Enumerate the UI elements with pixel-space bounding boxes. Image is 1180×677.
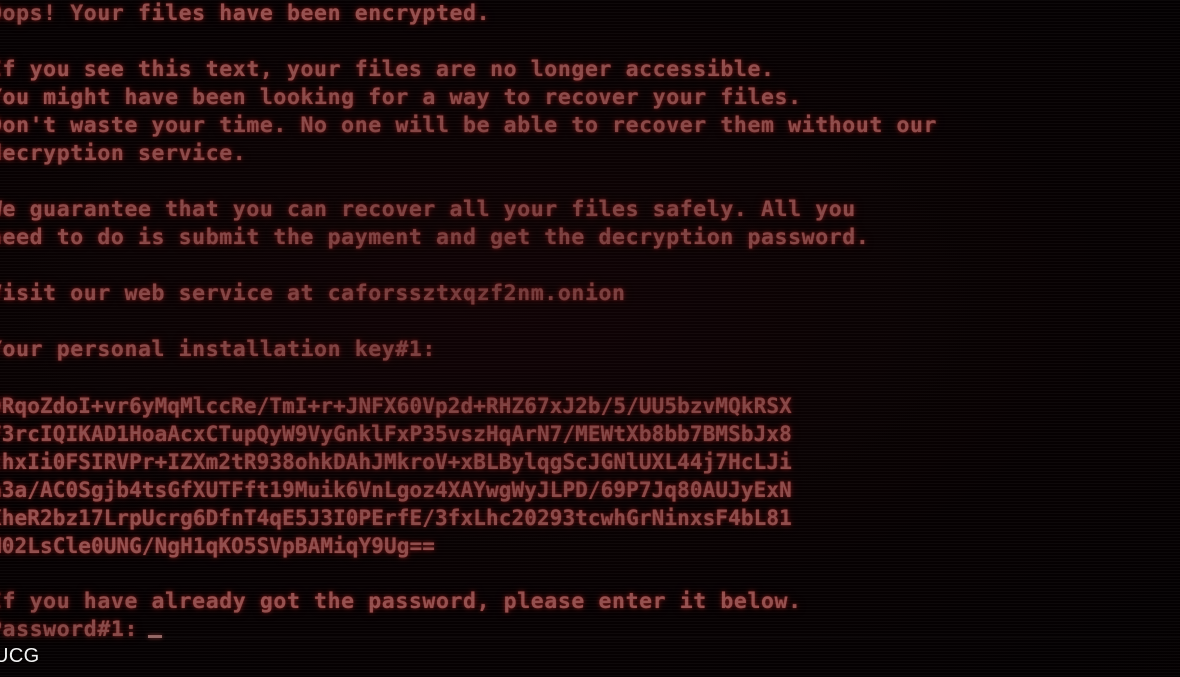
- onion-web-service-line: Visit our web service at caforssztxqzf2n…: [0, 281, 626, 306]
- note-paragraph1-line4: decryption service.: [0, 141, 247, 166]
- password-prompt-label: Password#1:: [0, 617, 138, 642]
- note-paragraph1-line3: Don't waste your time. No one will be ab…: [0, 113, 938, 138]
- installation-key-line: 0RqoZdoI+vr6yMqMlccRe/TmI+r+JNFX60Vp2d+R…: [0, 394, 792, 418]
- spacer-line-2: [0, 168, 1180, 196]
- spacer-line-6: [0, 560, 1180, 588]
- terminal-console: Oops! Your files have been encrypted. If…: [0, 0, 1180, 644]
- note-paragraph1-line2: You might have been looking for a way to…: [0, 85, 802, 110]
- spacer-line-4: [0, 308, 1180, 336]
- ransomware-screen: Oops! Your files have been encrypted. If…: [0, 0, 1180, 677]
- installation-key-line: F3rcIQIKAD1HoaAcxCTupQyW9VyGnklFxP35vszH…: [0, 422, 792, 446]
- spacer-line-5: [0, 364, 1180, 392]
- installation-key-line: M02LsCle0UNG/NgH1qKO5SVpBAMiqY9Ug==: [0, 534, 436, 558]
- installation-key-line: XheR2bz17LrpUcrg6DfnT4qE5J3I0PErfE/3fxLh…: [0, 506, 792, 530]
- installation-key-line: a3a/AC0Sgjb4tsGfXUTFft19Muik6VnLgoz4XAYw…: [0, 478, 792, 502]
- note-paragraph2-line2: need to do is submit the payment and get…: [0, 225, 870, 250]
- password-instruction: If you have already got the password, pl…: [0, 589, 802, 614]
- spacer-line-1: [0, 28, 1180, 56]
- installation-key-label: Your personal installation key#1:: [0, 337, 436, 362]
- spacer-line-3: [0, 252, 1180, 280]
- note-heading: Oops! Your files have been encrypted.: [0, 1, 491, 26]
- lower-third-divider: [0, 637, 1180, 638]
- broadcast-watermark: UCG: [0, 645, 40, 667]
- note-paragraph2-line1: We guarantee that you can recover all yo…: [0, 197, 856, 222]
- note-paragraph1-line1: If you see this text, your files are no …: [0, 57, 775, 82]
- installation-key-line: thxIi0FSIRVPr+IZXm2tR938ohkDAhJMkroV+xBL…: [0, 450, 792, 474]
- password-prompt-row[interactable]: Password#1:: [0, 616, 1180, 644]
